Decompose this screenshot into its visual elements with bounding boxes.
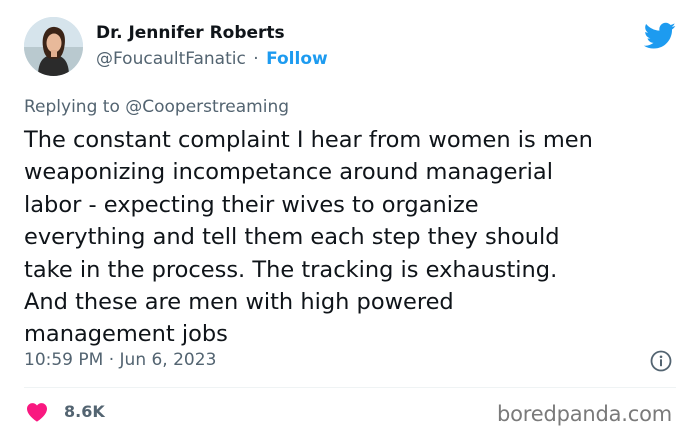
tweet-header: Dr. Jennifer Roberts @FoucaultFanatic · … <box>24 17 676 81</box>
handle-row: @FoucaultFanatic · Follow <box>96 45 328 73</box>
author-handle[interactable]: @FoucaultFanatic <box>96 49 246 69</box>
watermark: boredpanda.com <box>497 402 673 426</box>
twitter-bird-icon[interactable] <box>644 22 676 50</box>
replying-to: Replying to @Cooperstreaming <box>24 95 289 119</box>
reply-prefix: Replying to <box>24 97 120 117</box>
avatar[interactable] <box>24 17 83 76</box>
heart-icon <box>27 403 47 422</box>
separator: · <box>253 49 259 69</box>
reply-mention-link[interactable]: @Cooperstreaming <box>125 97 289 117</box>
info-icon[interactable] <box>650 350 672 372</box>
tweet-timestamp[interactable]: 10:59 PM · Jun 6, 2023 <box>24 348 216 372</box>
tweet-text: The constant complaint I hear from women… <box>24 127 593 348</box>
like-button[interactable]: 8.6K <box>26 400 105 424</box>
divider <box>24 387 676 388</box>
like-count: 8.6K <box>64 402 105 421</box>
follow-button[interactable]: Follow <box>266 49 328 69</box>
author-display-name[interactable]: Dr. Jennifer Roberts <box>96 21 328 45</box>
author-block: Dr. Jennifer Roberts @FoucaultFanatic · … <box>96 21 328 73</box>
